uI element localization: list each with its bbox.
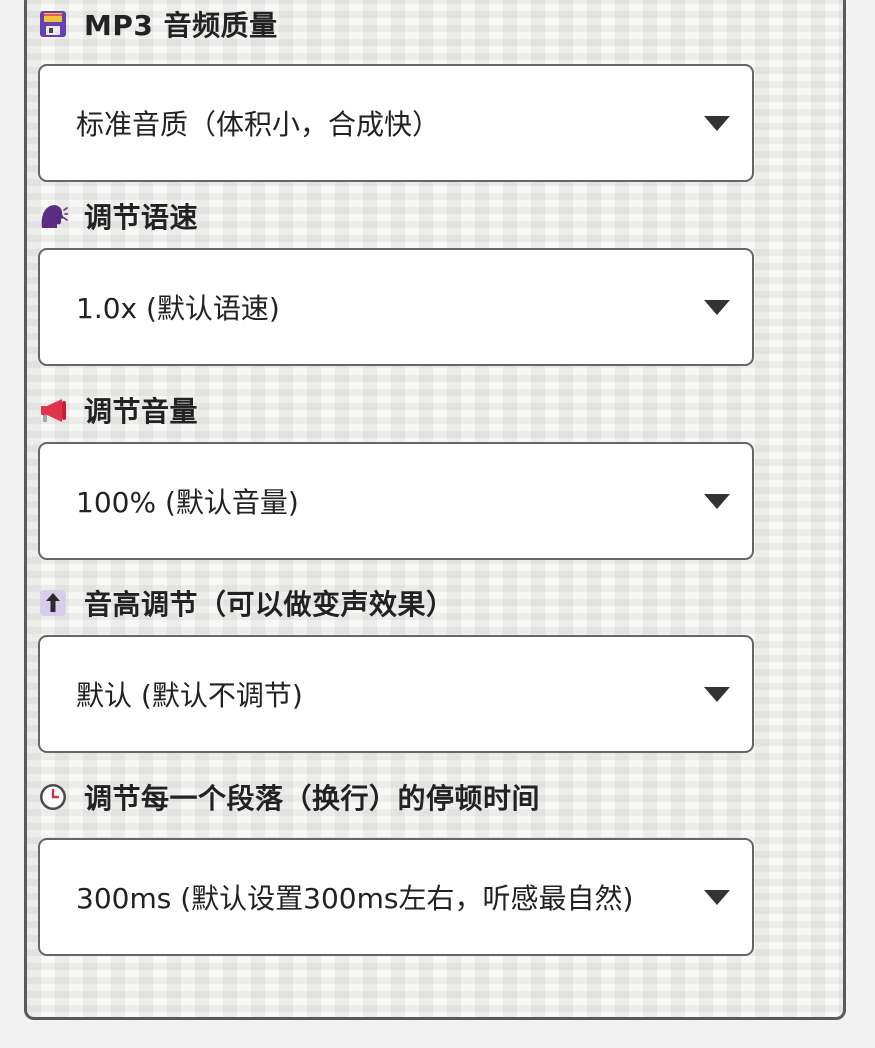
speech-rate-select[interactable]: 1.0x (默认语速) — [38, 248, 754, 366]
paragraph-pause-label-row: 调节每一个段落（换行）的停顿时间 — [38, 777, 754, 817]
paragraph-pause-label: 调节每一个段落（换行）的停顿时间 — [84, 782, 541, 815]
chevron-down-icon — [704, 494, 730, 509]
pitch-select[interactable]: 默认 (默认不调节) — [38, 635, 754, 753]
volume-label-row: 调节音量 — [38, 390, 754, 430]
speech-rate-label-row: 调节语速 — [38, 196, 754, 236]
pitch-label: 音高调节（可以做变声效果） — [84, 588, 455, 621]
volume-label: 调节音量 — [84, 395, 199, 428]
volume-select[interactable]: 100% (默认音量) — [38, 442, 754, 560]
pitch-label-row: 音高调节（可以做变声效果） — [38, 583, 754, 623]
paragraph-pause-value: 300ms (默认设置300ms左右，听感最自然) — [76, 882, 634, 915]
speech-rate-value: 1.0x (默认语速) — [76, 292, 280, 325]
chevron-down-icon — [704, 687, 730, 702]
chevron-down-icon — [704, 116, 730, 131]
floppy-disk-icon — [38, 9, 68, 39]
audio-quality-select[interactable]: 标准音质（体积小，合成快） — [38, 64, 754, 182]
audio-quality-label: MP3 音频质量 — [84, 9, 278, 42]
paragraph-pause-field: 调节每一个段落（换行）的停顿时间 300ms (默认设置300ms左右，听感最自… — [38, 777, 754, 956]
speech-rate-field: 调节语速 1.0x (默认语速) — [38, 196, 754, 366]
paragraph-pause-select[interactable]: 300ms (默认设置300ms左右，听感最自然) — [38, 838, 754, 956]
clock-icon — [38, 782, 68, 812]
audio-quality-label-row: MP3 音频质量 — [38, 4, 754, 44]
megaphone-icon — [38, 395, 68, 425]
audio-quality-value: 标准音质（体积小，合成快） — [76, 108, 441, 141]
chevron-down-icon — [704, 300, 730, 315]
pitch-value: 默认 (默认不调节) — [76, 679, 303, 712]
speech-rate-label: 调节语速 — [84, 201, 199, 234]
up-arrow-icon — [38, 588, 68, 618]
volume-field: 调节音量 100% (默认音量) — [38, 390, 754, 560]
volume-value: 100% (默认音量) — [76, 486, 299, 519]
audio-quality-field: MP3 音频质量 标准音质（体积小，合成快） — [38, 4, 754, 182]
pitch-field: 音高调节（可以做变声效果） 默认 (默认不调节) — [38, 583, 754, 753]
chevron-down-icon — [704, 890, 730, 905]
speaking-head-icon — [38, 201, 68, 231]
